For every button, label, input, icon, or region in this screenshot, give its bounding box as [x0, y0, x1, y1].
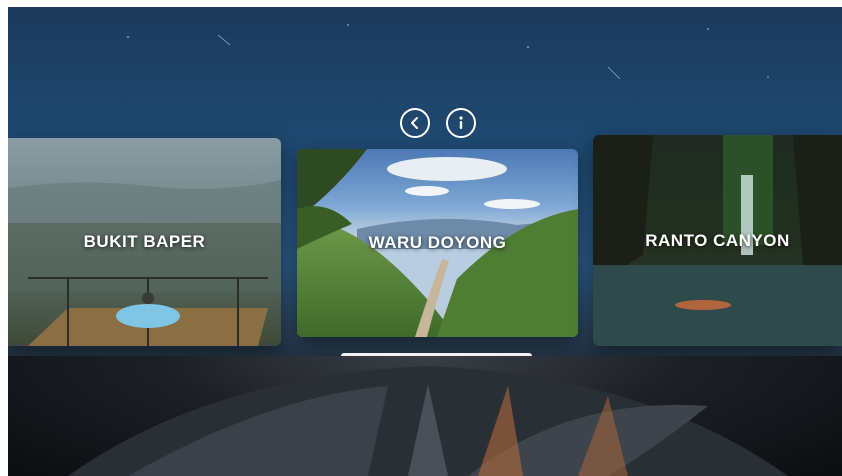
- location-card-ranto-canyon[interactable]: RANTO CANYON: [593, 135, 842, 346]
- location-card-waru-doyong[interactable]: WARU DOYONG: [297, 149, 578, 337]
- info-icon: [459, 116, 463, 129]
- boats-decoration: [68, 366, 788, 476]
- location-card-bukit-baper[interactable]: BUKIT BAPER: [8, 138, 281, 346]
- back-button[interactable]: [400, 108, 430, 138]
- info-button[interactable]: [446, 108, 476, 138]
- chevron-left-icon: [411, 117, 418, 129]
- card-title: WARU DOYONG: [368, 233, 507, 252]
- vr-viewport: BUKIT BAPER WARU DOYONG RANTO CANYON: [8, 7, 842, 476]
- vr-floor: [8, 356, 842, 476]
- card-title: BUKIT BAPER: [83, 232, 206, 251]
- card-title: RANTO CANYON: [645, 230, 790, 250]
